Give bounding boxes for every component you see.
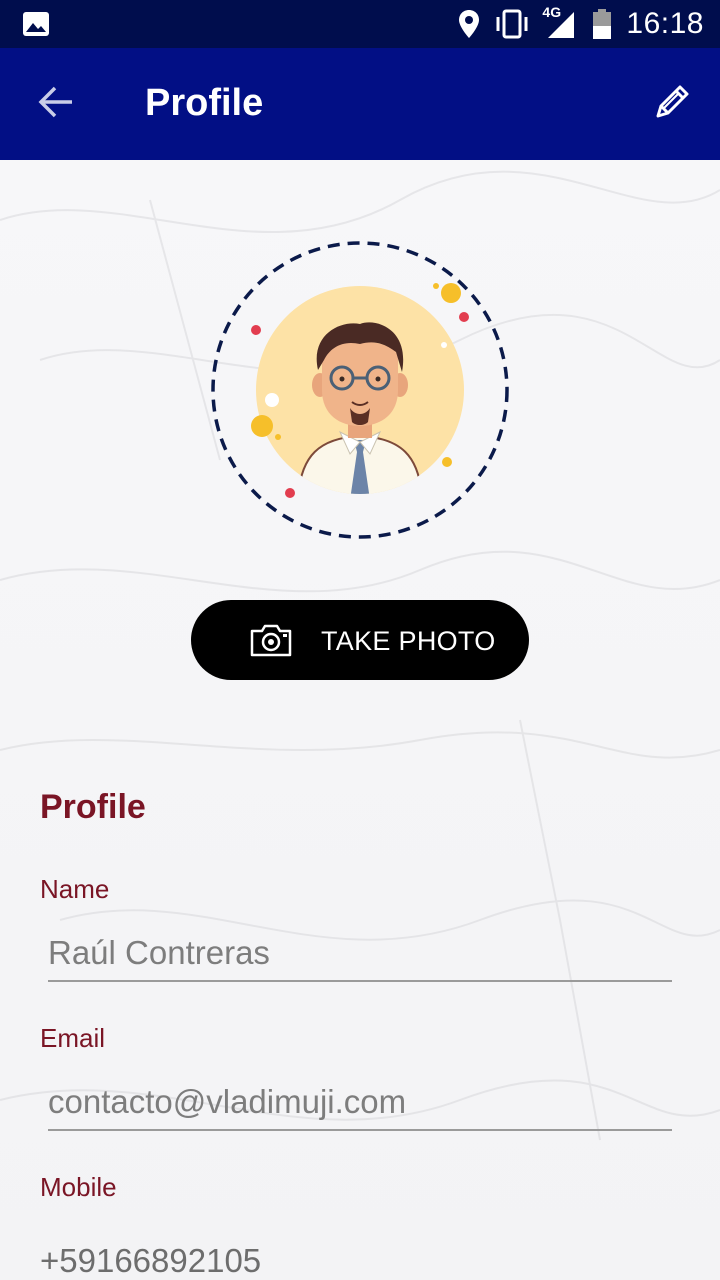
name-field[interactable]: Raúl Contreras xyxy=(48,934,270,972)
location-icon xyxy=(458,9,480,39)
email-field[interactable]: contacto@vladimuji.com xyxy=(48,1083,406,1121)
page-title: Profile xyxy=(145,82,264,124)
vibrate-icon xyxy=(494,9,530,39)
take-photo-button[interactable]: TAKE PHOTO xyxy=(191,600,529,680)
status-time: 16:18 xyxy=(626,7,704,40)
name-label: Name xyxy=(40,874,110,904)
back-button[interactable] xyxy=(36,84,76,124)
avatar[interactable] xyxy=(210,240,510,540)
image-icon xyxy=(22,11,50,37)
mobile-field[interactable]: +59166892105 xyxy=(40,1242,261,1280)
battery-icon xyxy=(592,8,612,40)
edit-button[interactable] xyxy=(650,82,694,126)
camera-icon xyxy=(249,622,293,658)
pencil-icon xyxy=(652,82,692,127)
section-title: Profile xyxy=(40,788,146,826)
email-label: Email xyxy=(40,1023,106,1053)
signal-icon: 4G xyxy=(542,4,578,40)
status-bar: 4G 16:18 xyxy=(0,0,720,48)
name-field-underline xyxy=(48,980,672,982)
arrow-back-icon xyxy=(38,86,74,123)
mobile-label: Mobile xyxy=(40,1172,117,1202)
app-bar: Profile xyxy=(0,48,720,160)
take-photo-label: TAKE PHOTO xyxy=(321,626,496,656)
email-field-underline xyxy=(48,1129,672,1131)
status-icons: 4G 16:18 xyxy=(458,4,704,41)
network-type: 4G xyxy=(542,4,562,20)
profile-content: TAKE PHOTO Profile Name Raúl Contreras E… xyxy=(0,160,720,1280)
